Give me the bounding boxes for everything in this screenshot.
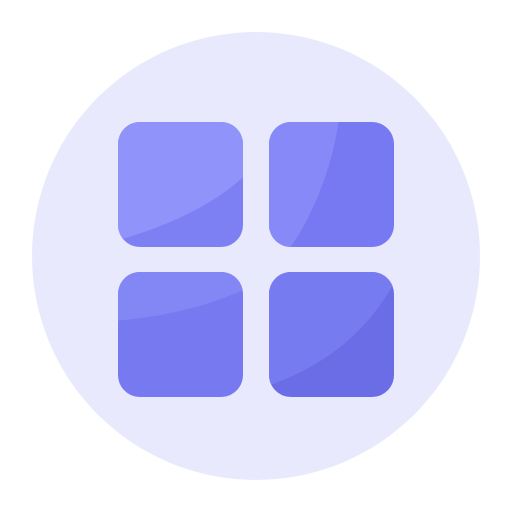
tile-top-right: [269, 122, 394, 247]
tile-top-left: [118, 122, 243, 247]
app-grid-icon: [118, 122, 394, 397]
tile-bottom-left: [118, 272, 243, 397]
tile-bottom-right: [269, 272, 394, 397]
grid-icon-canvas: [0, 0, 512, 512]
